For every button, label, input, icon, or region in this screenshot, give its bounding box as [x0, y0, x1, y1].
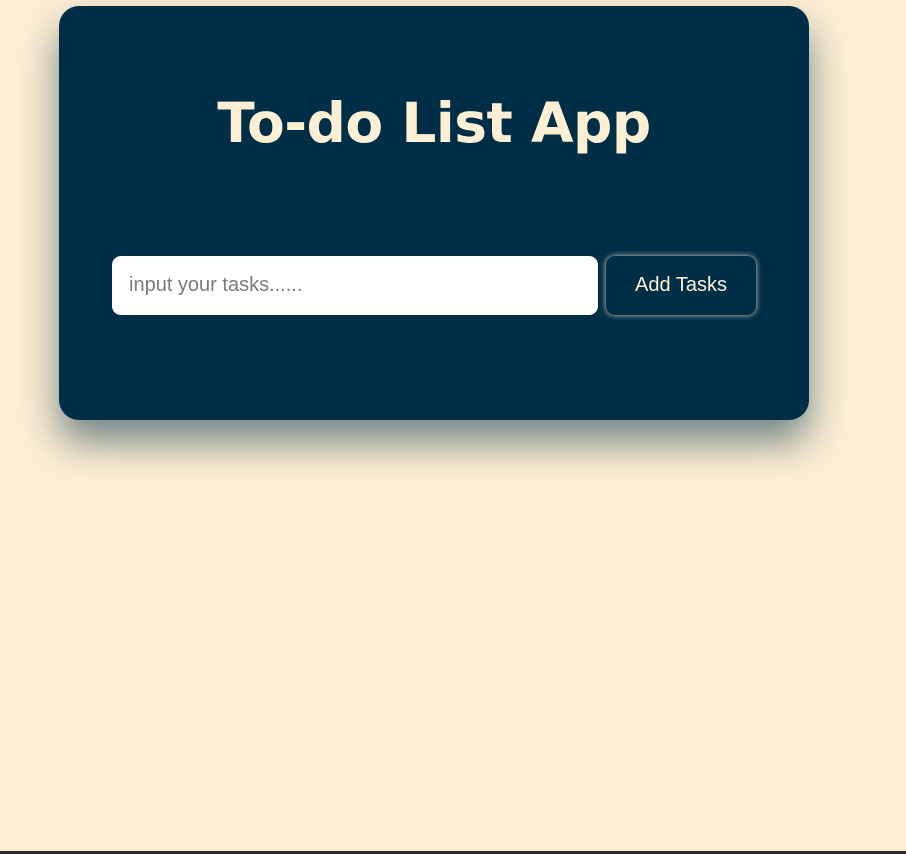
page: { "app": { "title": "To-do List App" }, …: [0, 0, 906, 854]
add-tasks-button[interactable]: Add Tasks: [606, 256, 756, 315]
app-title: To-do List App: [217, 91, 651, 155]
task-input[interactable]: [112, 256, 598, 315]
todo-app-card: To-do List App Add Tasks: [59, 6, 809, 420]
